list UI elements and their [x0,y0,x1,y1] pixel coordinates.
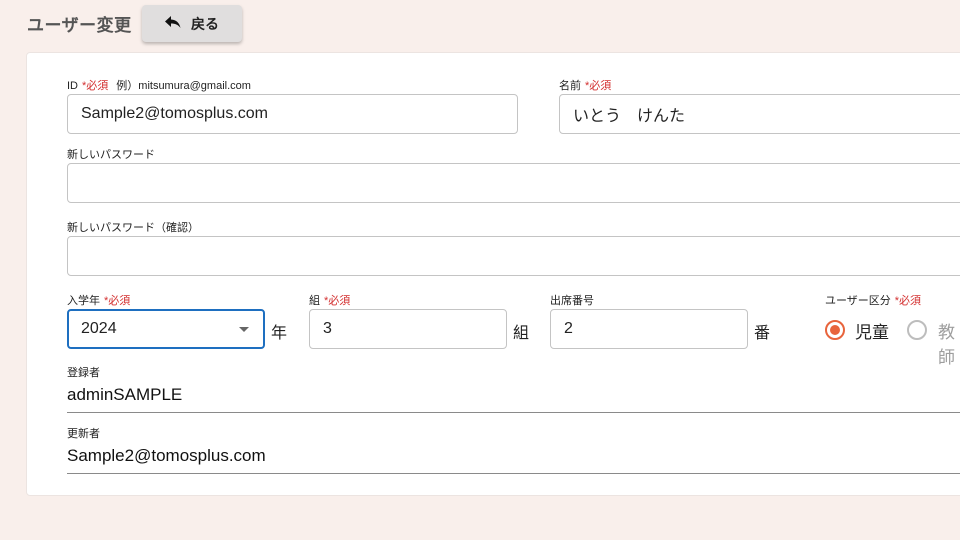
class-field-value: 3 [323,320,332,337]
user-type-label-row: ユーザー区分 *必須 [825,292,921,308]
back-button-label: 戻る [191,16,219,33]
updated-by-underline [67,473,960,474]
radio-child[interactable] [825,320,845,340]
class-label: 組 [309,295,320,307]
attendance-unit: 番 [754,323,771,342]
id-hint: 例）mitsumura@gmail.com [116,80,251,92]
enrollment-year-select[interactable]: 2024 [67,309,265,349]
id-label: ID [67,80,78,92]
new-password-confirm-label: 新しいパスワード（確認） [67,222,199,234]
id-label-row: ID *必須 例）mitsumura@gmail.com [67,77,251,93]
registered-by-value: adminSAMPLE [67,385,183,404]
attendance-number-value: 2 [564,320,573,337]
required-mark: *必須 [82,80,109,92]
radio-teacher[interactable] [907,320,927,340]
name-label: 名前 [559,80,581,92]
page-title: ユーザー変更 [27,16,132,36]
updated-by-value: Sample2@tomosplus.com [67,446,266,465]
name-label-row: 名前 *必須 [559,77,611,93]
radio-teacher-label[interactable]: 教師 [938,318,960,368]
registered-by-underline [67,412,960,413]
id-field-value: Sample2@tomosplus.com [81,105,268,122]
attendance-number-field[interactable]: 2 [550,309,748,349]
user-type-label: ユーザー区分 [825,295,891,307]
name-field-value: いとう けんた [573,108,686,125]
back-button[interactable]: 戻る [142,5,242,42]
new-password-confirm-field[interactable] [67,236,960,276]
enrollment-year-value: 2024 [81,320,117,337]
radio-selected-dot [830,325,840,335]
new-password-label: 新しいパスワード [67,149,155,161]
year-unit: 年 [271,323,288,342]
enrollment-year-label-row: 入学年 *必須 [67,292,130,308]
name-field[interactable]: いとう けんた [559,94,960,134]
radio-child-label[interactable]: 児童 [855,318,889,343]
updated-by-label: 更新者 [67,428,100,440]
class-unit: 組 [513,323,530,342]
new-password-field[interactable] [67,163,960,203]
enrollment-year-label: 入学年 [67,295,100,307]
attendance-number-label: 出席番号 [550,295,594,307]
registered-by-label: 登録者 [67,367,100,379]
required-mark: *必須 [585,80,612,92]
required-mark: *必須 [894,295,922,307]
required-mark: *必須 [104,295,131,307]
id-field[interactable]: Sample2@tomosplus.com [67,94,518,134]
class-field[interactable]: 3 [309,309,507,349]
class-label-row: 組 *必須 [309,292,350,308]
required-mark: *必須 [324,295,351,307]
reply-arrow-icon [165,15,181,33]
caret-down-icon [239,327,249,332]
